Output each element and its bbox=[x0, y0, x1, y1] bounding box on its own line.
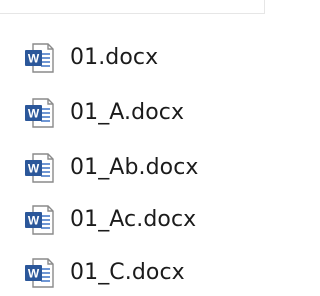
file-name: 01_Ac.docx bbox=[70, 207, 197, 232]
file-item[interactable]: W 01_Ac.docx bbox=[22, 202, 252, 238]
svg-text:W: W bbox=[28, 162, 40, 176]
word-document-icon: W bbox=[25, 98, 54, 128]
svg-text:W: W bbox=[28, 107, 40, 121]
word-document-icon: W bbox=[25, 153, 54, 183]
word-document-icon: W bbox=[25, 43, 54, 73]
word-document-icon: W bbox=[25, 205, 54, 235]
file-item[interactable]: W 01_Ab.docx bbox=[22, 150, 252, 186]
file-item[interactable]: W 01.docx bbox=[22, 40, 252, 76]
svg-text:W: W bbox=[28, 214, 40, 228]
file-name: 01.docx bbox=[70, 45, 159, 70]
file-list: W 01.docx W 01_A.docx W 01_Ab.docx W 01_… bbox=[0, 0, 265, 296]
file-item[interactable]: W 01_C.docx bbox=[22, 255, 252, 291]
file-name: 01_A.docx bbox=[70, 100, 185, 125]
file-item[interactable]: W 01_A.docx bbox=[22, 95, 252, 131]
svg-text:W: W bbox=[28, 267, 40, 281]
file-name: 01_Ab.docx bbox=[70, 155, 199, 180]
file-name: 01_C.docx bbox=[70, 260, 185, 285]
word-document-icon: W bbox=[25, 258, 54, 288]
svg-text:W: W bbox=[28, 52, 40, 66]
